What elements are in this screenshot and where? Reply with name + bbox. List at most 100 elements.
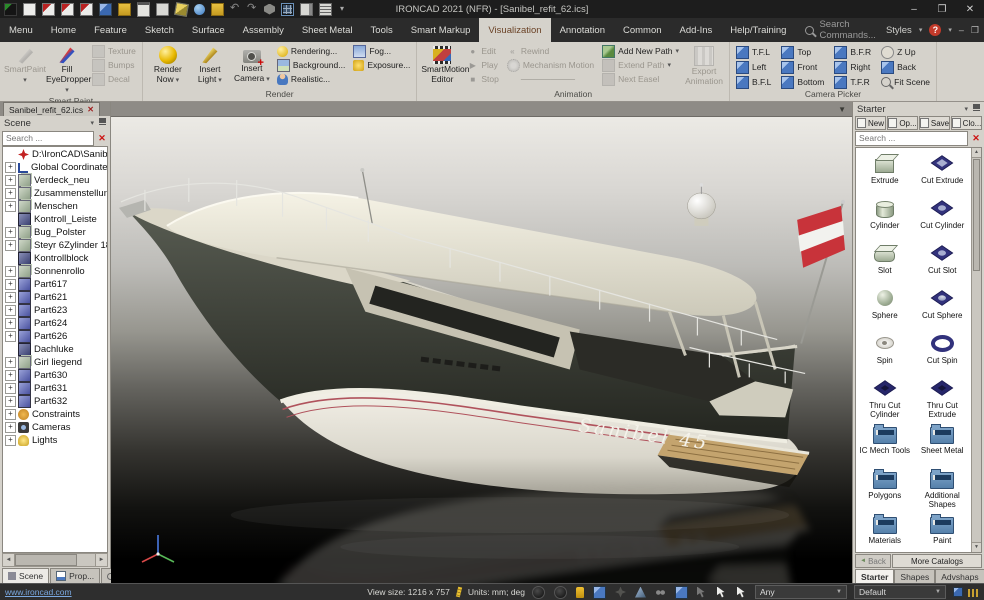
close-button[interactable]: ✕ <box>956 0 984 18</box>
styles-caret-icon[interactable]: ▾ <box>919 26 923 34</box>
tree-item[interactable]: + Steyr 6Zylinder 180PS <box>3 239 107 252</box>
scroll-right-icon[interactable]: ► <box>95 554 107 566</box>
camera-picker-button[interactable]: Top <box>779 45 826 59</box>
tree-horizontal-scrollbar[interactable]: ◄ ► <box>2 553 108 567</box>
ribbon-small-button[interactable]: ■ Stop <box>465 72 501 86</box>
tree-item[interactable]: + Part630 <box>3 369 107 382</box>
ribbon-tab[interactable]: Sheet Metal <box>293 18 362 42</box>
expander-icon[interactable]: + <box>5 188 16 199</box>
viewport[interactable]: Sanibel 45 <box>111 117 852 583</box>
ribbon-small-button[interactable]: Next Easel <box>600 72 681 86</box>
ribbon-tab[interactable]: Help/Training <box>721 18 795 42</box>
panel-tab[interactable]: Prop... <box>50 568 100 583</box>
expander-icon[interactable]: + <box>5 357 16 368</box>
quick-access-icon[interactable] <box>99 3 112 16</box>
scroll-left-icon[interactable]: ◄ <box>3 554 15 566</box>
catalog-item[interactable]: Sheet Metal <box>914 421 972 466</box>
quick-access-icon[interactable] <box>194 4 205 15</box>
boat-3d-model[interactable]: Sanibel 45 <box>111 117 852 583</box>
camera-picker-button[interactable]: B.F.L <box>734 75 773 89</box>
document-tab[interactable]: Sanibel_refit_62.ics ✕ <box>3 102 100 116</box>
tree-item[interactable]: + Part617 <box>3 278 107 291</box>
scroll-up-icon[interactable]: ▲ <box>972 148 981 158</box>
tree-item[interactable]: + Lights <box>3 434 107 447</box>
tree-item[interactable]: + Sonnenrollo <box>3 265 107 278</box>
quick-access-icon[interactable] <box>23 3 36 16</box>
ribbon-button[interactable]: Export Animation <box>683 44 725 86</box>
tree-item[interactable]: + Part624 <box>3 317 107 330</box>
camera-picker-button[interactable]: Back <box>879 60 932 74</box>
catalog-search-input[interactable] <box>855 131 968 146</box>
status-icon[interactable] <box>593 586 606 599</box>
catalog-tab[interactable]: Advshaps <box>935 569 984 583</box>
tree-item[interactable]: + Constraints <box>3 408 107 421</box>
ribbon-small-button[interactable]: Mechanism Motion <box>505 58 596 72</box>
camera-picker-button[interactable]: Fit Scene <box>879 75 932 89</box>
catalog-item[interactable]: Sphere <box>856 286 914 331</box>
minimize-button[interactable]: – <box>900 0 928 18</box>
scrollbar-thumb[interactable] <box>15 554 77 566</box>
panel-menu-icon[interactable]: ▾ <box>964 105 968 113</box>
camera-picker-button[interactable]: Front <box>779 60 826 74</box>
camera-picker-button[interactable]: Right <box>832 60 873 74</box>
status-icon[interactable] <box>615 587 626 598</box>
catalog-item[interactable]: Cut Extrude <box>914 151 972 196</box>
catalog-item[interactable]: Slot <box>856 241 914 286</box>
doc-minimize-button[interactable]: – <box>959 25 964 35</box>
quick-access-icon[interactable] <box>174 1 189 16</box>
status-icon[interactable] <box>737 587 748 598</box>
catalog-item[interactable]: Cylinder <box>856 196 914 241</box>
quick-access-icon[interactable] <box>80 3 93 16</box>
ribbon-small-button[interactable]: Texture <box>90 44 138 58</box>
expander-icon[interactable]: + <box>5 396 16 407</box>
tree-item[interactable]: + Cameras <box>3 421 107 434</box>
quick-access-icon[interactable] <box>118 3 131 16</box>
tree-item[interactable]: + Part626 <box>3 330 107 343</box>
quick-access-icon[interactable] <box>300 3 313 16</box>
quick-access-icon[interactable] <box>42 3 55 16</box>
help-icon[interactable]: ? <box>929 24 941 36</box>
clear-search-icon[interactable]: ✕ <box>96 132 108 144</box>
expander-icon[interactable]: + <box>5 409 16 420</box>
catalog-toolbar-button[interactable]: Op... <box>887 116 918 130</box>
ribbon-tab[interactable]: Home <box>42 18 85 42</box>
selection-filter-combo[interactable]: Any▼ <box>755 585 847 599</box>
expander-icon[interactable]: + <box>5 331 16 342</box>
help-caret-icon[interactable]: ▾ <box>948 26 952 34</box>
ribbon-small-button[interactable]: ▶ Play <box>465 58 501 72</box>
status-icon[interactable] <box>697 587 708 598</box>
catalog-item[interactable]: Thru Cut Cylinder <box>856 376 914 421</box>
status-icon[interactable] <box>532 586 545 599</box>
catalog-item[interactable]: Spin <box>856 331 914 376</box>
back-button[interactable]: Back <box>855 554 891 568</box>
tree-item[interactable]: + Part621 <box>3 291 107 304</box>
pin-icon[interactable] <box>99 118 106 128</box>
quick-access-icon[interactable] <box>319 3 332 16</box>
quick-access-icon[interactable] <box>61 3 74 16</box>
panel-tab[interactable]: Scene <box>2 568 49 583</box>
catalog-item[interactable]: Cut Cylinder <box>914 196 972 241</box>
quick-access-icon[interactable] <box>247 4 258 15</box>
status-icon[interactable] <box>576 587 584 598</box>
camera-picker-button[interactable]: T.F.L <box>734 45 773 59</box>
ribbon-tab[interactable]: Smart Markup <box>402 18 480 42</box>
styles-dropdown[interactable]: Styles <box>886 25 912 36</box>
ribbon-tab[interactable]: Sketch <box>136 18 183 42</box>
status-icon[interactable] <box>635 587 646 598</box>
expander-icon[interactable]: + <box>5 383 16 394</box>
tree-item[interactable]: + Part631 <box>3 382 107 395</box>
ribbon-small-button[interactable]: Add New Path <box>600 44 681 58</box>
ribbon-button[interactable]: Render Now <box>147 44 189 85</box>
expander-icon[interactable]: + <box>5 201 16 212</box>
quick-access-icon[interactable] <box>4 3 17 16</box>
expander-icon[interactable]: + <box>5 162 16 173</box>
document-close-icon[interactable]: ✕ <box>87 105 94 114</box>
catalog-item[interactable]: Materials <box>856 511 914 556</box>
expander-icon[interactable]: + <box>5 227 16 238</box>
catalog-toolbar-button[interactable]: Clo... <box>951 116 982 130</box>
command-search[interactable]: Search Commands... <box>795 18 885 42</box>
ribbon-tab[interactable]: Add-Ins <box>671 18 722 42</box>
tree-item[interactable]: + Part623 <box>3 304 107 317</box>
ribbon-small-button[interactable]: Exposure... <box>351 58 412 72</box>
ribbon-small-button[interactable]: Background... <box>275 58 347 72</box>
